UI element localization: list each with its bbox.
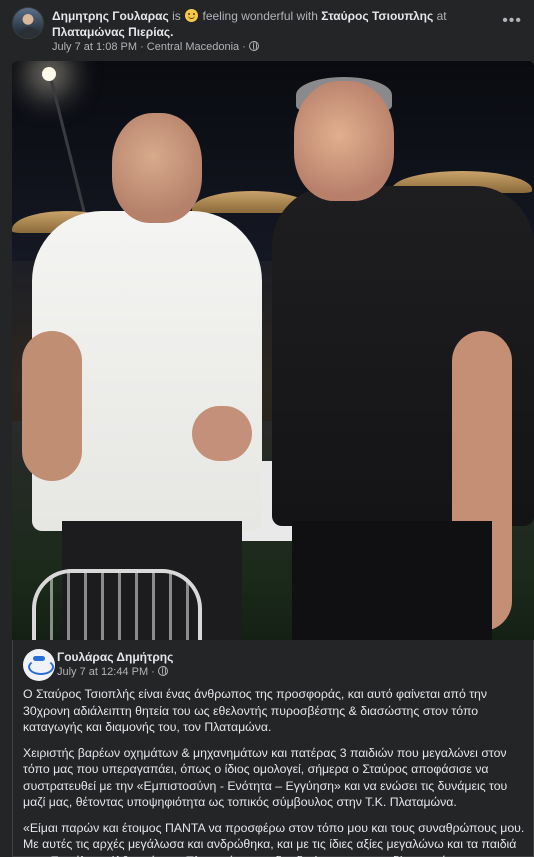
meta-separator: · <box>242 41 249 53</box>
globe-icon <box>248 41 259 51</box>
shared-post-text: Ο Σταύρος Τσιοπλής είναι ένας άνθρωπος τ… <box>23 686 533 857</box>
smiling-emoji-icon <box>185 9 199 22</box>
location-link[interactable]: Πλαταμώνας Πιερίας <box>52 25 170 39</box>
person-right <box>272 71 534 640</box>
tagged-person[interactable]: Σταύρος Τσιουπλης <box>321 9 433 23</box>
handshake <box>192 406 252 461</box>
paragraph: «Είμαι παρών και έτοιμος ΠΑΝΤΑ να προσφέ… <box>23 820 525 857</box>
paragraph: Χειριστής βαρέων οχημάτων & μηχανημάτων … <box>23 745 508 810</box>
shared-post-time[interactable]: July 7 at 12:44 PM <box>57 666 148 678</box>
shared-post-card[interactable]: Γουλάρας Δημήτρης July 7 at 12:44 PM · Ο… <box>12 640 534 857</box>
author-name[interactable]: Δημητρης Γουλαρας <box>52 9 169 23</box>
post-photo[interactable] <box>12 61 534 640</box>
paragraph: Ο Σταύρος Τσιοπλής είναι ένας άνθρωπος τ… <box>23 687 488 734</box>
location-period: . <box>170 25 174 39</box>
at-word: at <box>436 9 447 23</box>
more-options-icon[interactable]: ••• <box>502 12 522 30</box>
globe-icon <box>157 666 168 676</box>
post-headline: Δημητρης Γουλαρας is feeling wonderful w… <box>52 8 492 40</box>
photo-lamp <box>42 67 56 81</box>
shared-author-name[interactable]: Γουλάρας Δημήτρης <box>57 650 173 664</box>
meta-separator: · <box>151 666 158 678</box>
feeling-text: feeling wonderful with <box>202 9 318 23</box>
meta-separator: · <box>140 41 147 53</box>
post-place[interactable]: Central Macedonia <box>147 41 239 53</box>
photo-chair <box>32 569 202 640</box>
shared-post-meta: July 7 at 12:44 PM · <box>57 666 168 678</box>
post-header: Δημητρης Γουλαρας is feeling wonderful w… <box>0 0 534 60</box>
is-word: is <box>172 9 181 23</box>
author-avatar[interactable] <box>12 7 44 39</box>
post-time[interactable]: July 7 at 1:08 PM <box>52 41 137 53</box>
shared-author-avatar[interactable] <box>23 649 55 681</box>
post-meta: July 7 at 1:08 PM · Central Macedonia · <box>52 40 259 54</box>
